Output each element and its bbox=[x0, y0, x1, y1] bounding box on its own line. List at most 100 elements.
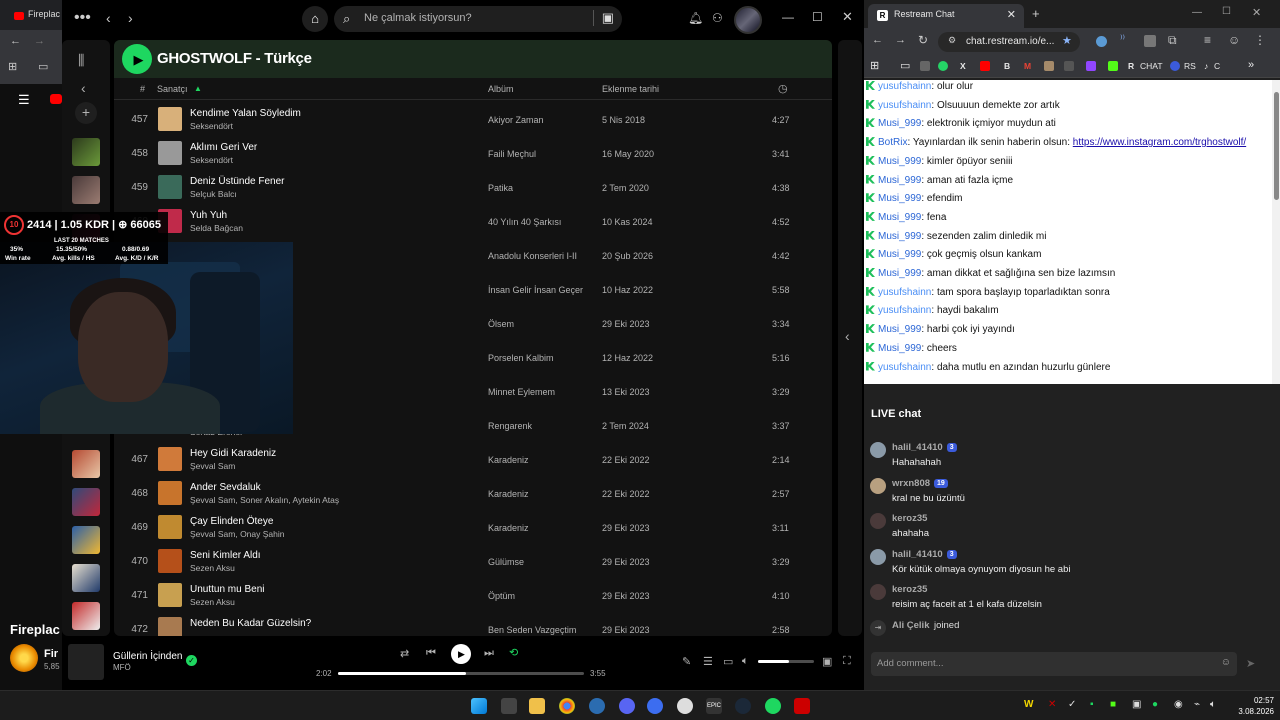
chat-username[interactable]: yusufshainn bbox=[878, 287, 931, 298]
track-title[interactable]: Ander Sevdaluk bbox=[190, 482, 261, 493]
track-row[interactable]: 468 Ander Sevdaluk Şevval Sam, Soner Akalı… bbox=[114, 476, 832, 510]
track-title[interactable]: Yuh Yuh bbox=[190, 210, 227, 221]
app-icon[interactable] bbox=[794, 698, 810, 714]
apps-icon[interactable]: ⊞ bbox=[870, 59, 879, 72]
col-album[interactable]: Albüm bbox=[488, 84, 514, 94]
bookmark-icon[interactable] bbox=[1064, 61, 1074, 71]
track-cover[interactable] bbox=[158, 481, 182, 505]
now-playing-cover[interactable] bbox=[68, 644, 104, 680]
track-artist[interactable]: Şevval Sam, Soner Akalın, Aytekin Ataş bbox=[190, 495, 339, 505]
menu-icon[interactable]: ☰ bbox=[18, 92, 30, 108]
avatar[interactable] bbox=[870, 548, 886, 565]
play-playlist-button[interactable]: ▶ bbox=[122, 44, 152, 74]
maximize-icon[interactable]: ☐ bbox=[812, 10, 823, 24]
back-icon[interactable]: ← bbox=[872, 34, 883, 46]
apps-icon[interactable]: ⊞ bbox=[8, 60, 17, 73]
emoji-icon[interactable]: ☺ bbox=[1221, 657, 1231, 668]
background-tab[interactable]: Fireplace bbox=[4, 4, 60, 26]
track-artist[interactable]: Selda Bağcan bbox=[190, 223, 243, 233]
steam-icon[interactable] bbox=[735, 698, 751, 714]
bookmark-folder-icon[interactable]: ▭ bbox=[900, 59, 910, 72]
expand-panel-icon[interactable]: ‹ bbox=[845, 328, 850, 344]
chat-username[interactable]: Musi_999 bbox=[878, 118, 921, 129]
track-album[interactable]: Faili Meçhul bbox=[488, 149, 536, 159]
home-button[interactable]: ⌂ bbox=[302, 6, 328, 32]
track-album[interactable]: Patika bbox=[488, 183, 513, 193]
track-cover[interactable] bbox=[158, 617, 182, 636]
col-artist[interactable]: Sanatçı bbox=[157, 84, 188, 94]
maximize-icon[interactable]: ☐ bbox=[1222, 6, 1231, 17]
track-cover[interactable] bbox=[158, 549, 182, 573]
queue-icon[interactable]: ☰ bbox=[703, 655, 713, 668]
extensions-puzzle-icon[interactable]: ⧉ bbox=[1168, 33, 1177, 48]
extension-icon[interactable] bbox=[1144, 35, 1156, 47]
tray-spotify-icon[interactable]: ● bbox=[1152, 699, 1158, 710]
bookmark-star-icon[interactable]: ★ bbox=[1062, 34, 1072, 47]
track-album[interactable]: Karadeniz bbox=[488, 523, 529, 533]
tray-app-icon[interactable]: ▣ bbox=[1132, 699, 1141, 710]
reload-icon[interactable]: ↻ bbox=[918, 33, 928, 47]
track-album[interactable]: Akiyor Zaman bbox=[488, 115, 544, 125]
track-row[interactable]: 472 Neden Bu Kadar Güzelsin? Ben Seden Vaz… bbox=[114, 612, 832, 636]
site-info-icon[interactable]: ⚙ bbox=[948, 35, 956, 46]
channel-name[interactable]: Fir bbox=[44, 648, 58, 660]
forward-icon[interactable]: → bbox=[895, 34, 906, 46]
library-item[interactable] bbox=[72, 450, 100, 478]
next-icon[interactable]: ⏭ bbox=[484, 647, 494, 660]
col-date-added[interactable]: Eklenme tarihi bbox=[602, 84, 659, 94]
close-tab-icon[interactable]: ✕ bbox=[1007, 8, 1016, 21]
now-playing-title[interactable]: Güllerin İçinden bbox=[113, 651, 182, 662]
address-bar[interactable]: ⚙ chat.restream.io/e... bbox=[938, 32, 1080, 52]
col-number[interactable]: # bbox=[140, 84, 145, 94]
close-icon[interactable]: ✕ bbox=[842, 9, 853, 25]
track-album[interactable]: Minnet Eylemem bbox=[488, 387, 555, 397]
channel-avatar[interactable] bbox=[10, 644, 38, 672]
new-tab-icon[interactable]: + bbox=[1032, 6, 1040, 21]
chat-username[interactable]: yusufshainn bbox=[878, 362, 931, 373]
chat-scrollbar-thumb[interactable] bbox=[1274, 92, 1279, 200]
avatar[interactable] bbox=[870, 513, 886, 529]
shuffle-icon[interactable]: ⇄ bbox=[400, 647, 409, 660]
create-playlist-button[interactable]: + bbox=[75, 102, 97, 124]
chat-username[interactable]: Musi_999 bbox=[878, 175, 921, 186]
track-title[interactable]: Neden Bu Kadar Güzelsin? bbox=[190, 618, 311, 629]
volume-slider[interactable] bbox=[758, 660, 814, 663]
track-album[interactable]: Anadolu Konserleri I-II bbox=[488, 251, 577, 261]
chat-username[interactable]: Musi_999 bbox=[878, 231, 921, 242]
bookmark-rs[interactable]: RS bbox=[1184, 61, 1196, 71]
minimize-icon[interactable]: — bbox=[1192, 7, 1202, 18]
twitch-icon[interactable] bbox=[1086, 61, 1096, 71]
add-comment-input[interactable]: Add comment... ☺ bbox=[871, 652, 1237, 676]
bookmark-b-icon[interactable]: B bbox=[1004, 61, 1010, 71]
browse-icon[interactable]: ▣ bbox=[592, 10, 614, 26]
track-cover[interactable] bbox=[158, 583, 182, 607]
close-icon[interactable]: ✕ bbox=[1252, 6, 1261, 19]
kick-icon[interactable] bbox=[1108, 61, 1118, 71]
epic-games-icon[interactable]: EPIC bbox=[706, 698, 722, 714]
discord-icon[interactable] bbox=[619, 698, 635, 714]
app-icon[interactable] bbox=[647, 698, 663, 714]
track-title[interactable]: Seni Kimler Aldı bbox=[190, 550, 261, 561]
tray-app-icon[interactable]: ✓ bbox=[1068, 699, 1076, 710]
tray-app-icon[interactable]: W bbox=[1024, 699, 1033, 710]
tab-restream-chat[interactable]: R Restream Chat ✕ bbox=[868, 4, 1024, 28]
tray-app-icon[interactable]: ■ bbox=[1110, 699, 1116, 710]
chat-username[interactable]: yusufshainn bbox=[878, 100, 931, 111]
chat-username[interactable]: Musi_999 bbox=[878, 343, 921, 354]
start-icon[interactable] bbox=[471, 698, 487, 714]
extension-icon[interactable] bbox=[1096, 36, 1107, 47]
track-title[interactable]: Unuttun mu Beni bbox=[190, 584, 265, 595]
library-item[interactable] bbox=[72, 176, 100, 204]
extension-icon[interactable]: ⁾⁾ bbox=[1120, 34, 1125, 45]
track-artist[interactable]: Selçuk Balcı bbox=[190, 189, 237, 199]
track-cover[interactable] bbox=[158, 447, 182, 471]
bookmark-c[interactable]: C bbox=[1214, 61, 1220, 71]
live-chat-username[interactable]: keroz35 bbox=[892, 584, 927, 595]
whatsapp-icon[interactable] bbox=[938, 61, 948, 71]
track-artist[interactable]: Seksendört bbox=[190, 121, 233, 131]
collapse-icon[interactable]: ‹ bbox=[81, 80, 86, 96]
send-icon[interactable]: ➤ bbox=[1246, 657, 1255, 670]
tiktok-icon[interactable]: ♪ bbox=[1204, 61, 1208, 71]
notifications-icon[interactable]: 🔔︎ bbox=[688, 11, 703, 25]
track-row[interactable]: 471 Unuttun mu Beni Sezen Aksu Öptüm 29 Eki … bbox=[114, 578, 832, 612]
